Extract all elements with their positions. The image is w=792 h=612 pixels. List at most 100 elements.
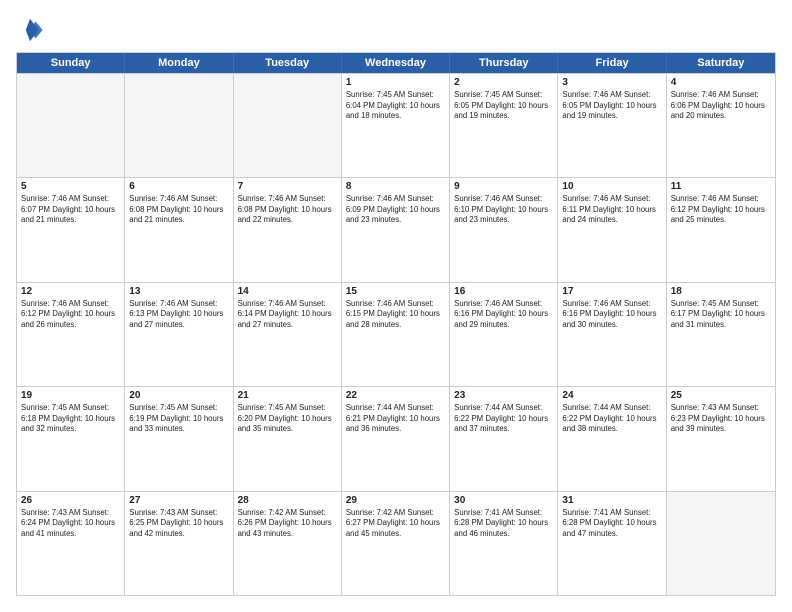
- cell-info: Sunrise: 7:46 AM Sunset: 6:06 PM Dayligh…: [671, 90, 771, 122]
- day-number: 13: [129, 286, 228, 297]
- cell-info: Sunrise: 7:41 AM Sunset: 6:28 PM Dayligh…: [454, 508, 553, 540]
- day-number: 3: [562, 77, 661, 88]
- cell-info: Sunrise: 7:42 AM Sunset: 6:26 PM Dayligh…: [238, 508, 337, 540]
- day-number: 27: [129, 495, 228, 506]
- calendar-cell-day-8: 8 Sunrise: 7:46 AM Sunset: 6:09 PM Daylig…: [342, 178, 450, 281]
- calendar-cell-empty-0-2: [234, 74, 342, 177]
- calendar-cell-day-11: 11 Sunrise: 7:46 AM Sunset: 6:12 PM Dayli…: [667, 178, 775, 281]
- calendar: SundayMondayTuesdayWednesdayThursdayFrid…: [16, 52, 776, 596]
- day-number: 5: [21, 181, 120, 192]
- day-number: 30: [454, 495, 553, 506]
- cell-info: Sunrise: 7:45 AM Sunset: 6:17 PM Dayligh…: [671, 299, 771, 331]
- cell-info: Sunrise: 7:43 AM Sunset: 6:24 PM Dayligh…: [21, 508, 120, 540]
- calendar-cell-day-2: 2 Sunrise: 7:45 AM Sunset: 6:05 PM Daylig…: [450, 74, 558, 177]
- cell-info: Sunrise: 7:42 AM Sunset: 6:27 PM Dayligh…: [346, 508, 445, 540]
- calendar-cell-empty-0-1: [125, 74, 233, 177]
- calendar-cell-day-12: 12 Sunrise: 7:46 AM Sunset: 6:12 PM Dayli…: [17, 283, 125, 386]
- day-number: 17: [562, 286, 661, 297]
- cell-info: Sunrise: 7:44 AM Sunset: 6:22 PM Dayligh…: [454, 403, 553, 435]
- calendar-row-4: 26 Sunrise: 7:43 AM Sunset: 6:24 PM Dayli…: [17, 491, 775, 595]
- weekday-header-sunday: Sunday: [17, 53, 125, 73]
- calendar-cell-empty-0-0: [17, 74, 125, 177]
- calendar-row-0: 1 Sunrise: 7:45 AM Sunset: 6:04 PM Daylig…: [17, 73, 775, 177]
- day-number: 8: [346, 181, 445, 192]
- cell-info: Sunrise: 7:45 AM Sunset: 6:04 PM Dayligh…: [346, 90, 445, 122]
- calendar-cell-day-18: 18 Sunrise: 7:45 AM Sunset: 6:17 PM Dayli…: [667, 283, 775, 386]
- day-number: 9: [454, 181, 553, 192]
- calendar-cell-day-19: 19 Sunrise: 7:45 AM Sunset: 6:18 PM Dayli…: [17, 387, 125, 490]
- day-number: 20: [129, 390, 228, 401]
- cell-info: Sunrise: 7:46 AM Sunset: 6:14 PM Dayligh…: [238, 299, 337, 331]
- day-number: 26: [21, 495, 120, 506]
- calendar-cell-day-15: 15Sunrise: 7:46 AM Sunset: 6:15 PM Dayli…: [342, 283, 450, 386]
- day-number: 18: [671, 286, 771, 297]
- cell-info: Sunrise: 7:44 AM Sunset: 6:21 PM Dayligh…: [346, 403, 445, 435]
- day-number: 22: [346, 390, 445, 401]
- weekday-header-saturday: Saturday: [667, 53, 775, 73]
- calendar-cell-day-16: 16Sunrise: 7:46 AM Sunset: 6:16 PM Dayli…: [450, 283, 558, 386]
- cell-info: Sunrise: 7:46 AM Sunset: 6:12 PM Dayligh…: [21, 299, 120, 331]
- cell-info: Sunrise: 7:46 AM Sunset: 6:12 PM Dayligh…: [671, 194, 771, 226]
- cell-info: Sunrise: 7:46 AM Sunset: 6:15 PM Dayligh…: [346, 299, 445, 331]
- cell-info: Sunrise: 7:46 AM Sunset: 6:09 PM Dayligh…: [346, 194, 445, 226]
- calendar-cell-day-5: 5 Sunrise: 7:46 AM Sunset: 6:07 PM Daylig…: [17, 178, 125, 281]
- day-number: 24: [562, 390, 661, 401]
- day-number: 2: [454, 77, 553, 88]
- cell-info: Sunrise: 7:41 AM Sunset: 6:28 PM Dayligh…: [562, 508, 661, 540]
- day-number: 1: [346, 77, 445, 88]
- cell-info: Sunrise: 7:46 AM Sunset: 6:13 PM Dayligh…: [129, 299, 228, 331]
- calendar-cell-day-27: 27 Sunrise: 7:43 AM Sunset: 6:25 PM Dayli…: [125, 492, 233, 595]
- calendar-cell-day-21: 21Sunrise: 7:45 AM Sunset: 6:20 PM Dayli…: [234, 387, 342, 490]
- cell-info: Sunrise: 7:43 AM Sunset: 6:23 PM Dayligh…: [671, 403, 771, 435]
- calendar-cell-day-23: 23 Sunrise: 7:44 AM Sunset: 6:22 PM Dayli…: [450, 387, 558, 490]
- calendar-cell-day-29: 29Sunrise: 7:42 AM Sunset: 6:27 PM Dayli…: [342, 492, 450, 595]
- calendar-row-3: 19 Sunrise: 7:45 AM Sunset: 6:18 PM Dayli…: [17, 386, 775, 490]
- day-number: 31: [562, 495, 661, 506]
- calendar-cell-day-22: 22 Sunrise: 7:44 AM Sunset: 6:21 PM Dayli…: [342, 387, 450, 490]
- calendar-cell-day-20: 20 Sunrise: 7:45 AM Sunset: 6:19 PM Dayli…: [125, 387, 233, 490]
- calendar-row-2: 12 Sunrise: 7:46 AM Sunset: 6:12 PM Dayli…: [17, 282, 775, 386]
- calendar-cell-day-14: 14 Sunrise: 7:46 AM Sunset: 6:14 PM Dayli…: [234, 283, 342, 386]
- calendar-cell-day-13: 13 Sunrise: 7:46 AM Sunset: 6:13 PM Dayli…: [125, 283, 233, 386]
- calendar-cell-day-9: 9 Sunrise: 7:46 AM Sunset: 6:10 PM Daylig…: [450, 178, 558, 281]
- day-number: 14: [238, 286, 337, 297]
- day-number: 23: [454, 390, 553, 401]
- cell-info: Sunrise: 7:45 AM Sunset: 6:18 PM Dayligh…: [21, 403, 120, 435]
- logo-icon: [16, 16, 44, 44]
- calendar-cell-day-30: 30 Sunrise: 7:41 AM Sunset: 6:28 PM Dayli…: [450, 492, 558, 595]
- calendar-cell-day-28: 28Sunrise: 7:42 AM Sunset: 6:26 PM Dayli…: [234, 492, 342, 595]
- weekday-header-wednesday: Wednesday: [342, 53, 450, 73]
- cell-info: Sunrise: 7:46 AM Sunset: 6:16 PM Dayligh…: [562, 299, 661, 331]
- calendar-cell-day-6: 6 Sunrise: 7:46 AM Sunset: 6:08 PM Daylig…: [125, 178, 233, 281]
- cell-info: Sunrise: 7:46 AM Sunset: 6:08 PM Dayligh…: [238, 194, 337, 226]
- calendar-cell-day-3: 3Sunrise: 7:46 AM Sunset: 6:05 PM Daylig…: [558, 74, 666, 177]
- cell-info: Sunrise: 7:45 AM Sunset: 6:05 PM Dayligh…: [454, 90, 553, 122]
- day-number: 7: [238, 181, 337, 192]
- day-number: 10: [562, 181, 661, 192]
- day-number: 19: [21, 390, 120, 401]
- day-number: 11: [671, 181, 771, 192]
- cell-info: Sunrise: 7:44 AM Sunset: 6:22 PM Dayligh…: [562, 403, 661, 435]
- header: [16, 16, 776, 44]
- day-number: 12: [21, 286, 120, 297]
- calendar-cell-day-26: 26 Sunrise: 7:43 AM Sunset: 6:24 PM Dayli…: [17, 492, 125, 595]
- calendar-row-1: 5 Sunrise: 7:46 AM Sunset: 6:07 PM Daylig…: [17, 177, 775, 281]
- calendar-cell-day-4: 4Sunrise: 7:46 AM Sunset: 6:06 PM Daylig…: [667, 74, 775, 177]
- cell-info: Sunrise: 7:46 AM Sunset: 6:16 PM Dayligh…: [454, 299, 553, 331]
- calendar-cell-day-24: 24 Sunrise: 7:44 AM Sunset: 6:22 PM Dayli…: [558, 387, 666, 490]
- logo: [16, 16, 48, 44]
- weekday-header-friday: Friday: [558, 53, 666, 73]
- calendar-cell-day-17: 17 Sunrise: 7:46 AM Sunset: 6:16 PM Dayli…: [558, 283, 666, 386]
- weekday-header-monday: Monday: [125, 53, 233, 73]
- cell-info: Sunrise: 7:46 AM Sunset: 6:08 PM Dayligh…: [129, 194, 228, 226]
- calendar-cell-day-31: 31 Sunrise: 7:41 AM Sunset: 6:28 PM Dayli…: [558, 492, 666, 595]
- day-number: 6: [129, 181, 228, 192]
- cell-info: Sunrise: 7:46 AM Sunset: 6:07 PM Dayligh…: [21, 194, 120, 226]
- day-number: 25: [671, 390, 771, 401]
- cell-info: Sunrise: 7:46 AM Sunset: 6:10 PM Dayligh…: [454, 194, 553, 226]
- cell-info: Sunrise: 7:45 AM Sunset: 6:19 PM Dayligh…: [129, 403, 228, 435]
- calendar-header-row: SundayMondayTuesdayWednesdayThursdayFrid…: [17, 53, 775, 73]
- calendar-cell-day-1: 1 Sunrise: 7:45 AM Sunset: 6:04 PM Daylig…: [342, 74, 450, 177]
- cell-info: Sunrise: 7:43 AM Sunset: 6:25 PM Dayligh…: [129, 508, 228, 540]
- weekday-header-thursday: Thursday: [450, 53, 558, 73]
